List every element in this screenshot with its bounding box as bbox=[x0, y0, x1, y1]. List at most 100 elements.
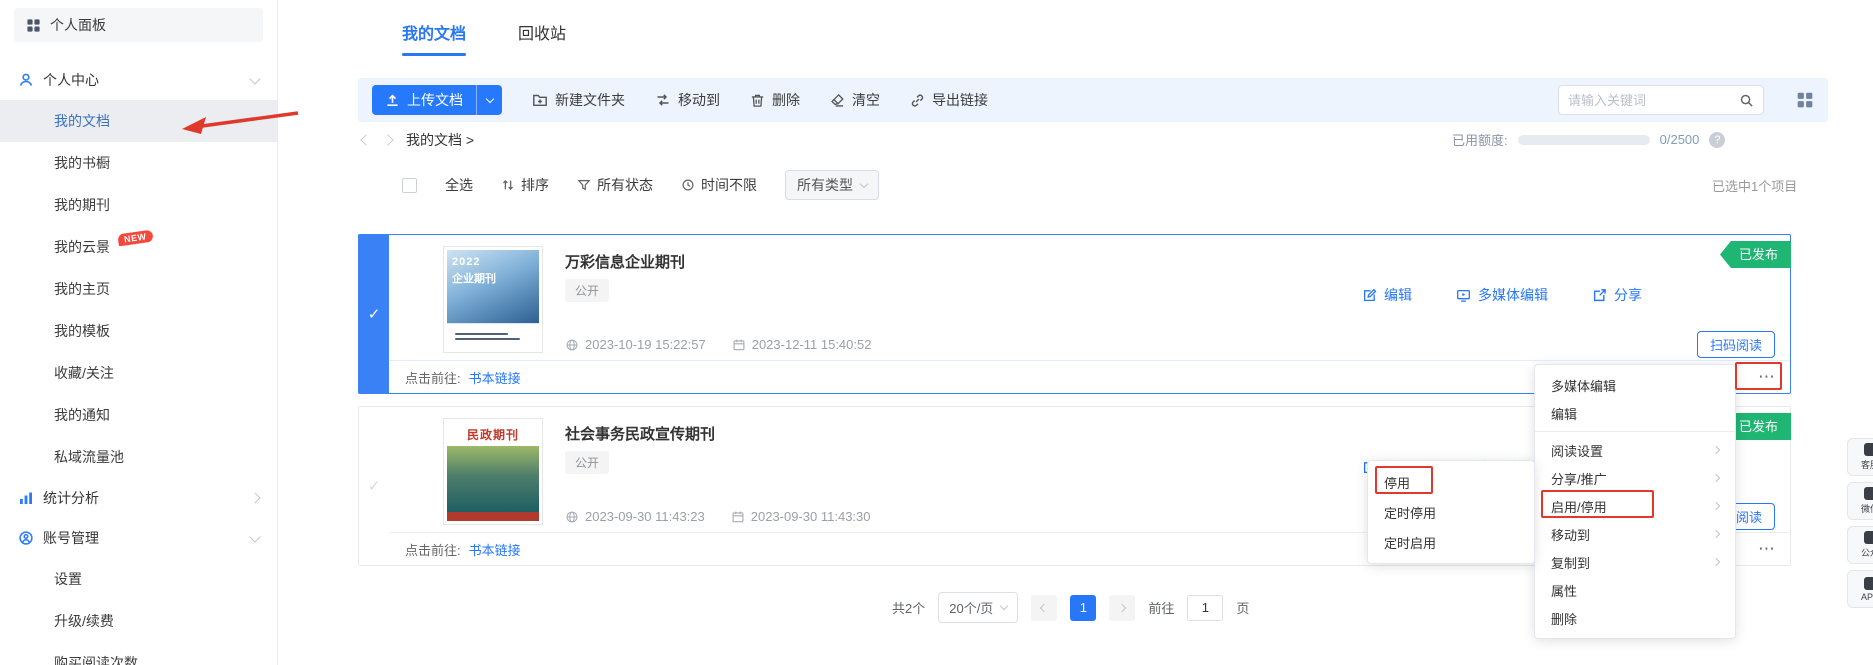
search-icon[interactable] bbox=[1739, 93, 1754, 108]
sidebar-item-my-templates[interactable]: 我的模板 bbox=[0, 310, 277, 352]
menu-item-properties[interactable]: 属性 bbox=[1535, 576, 1735, 604]
menu-item-read-settings[interactable]: 阅读设置 bbox=[1535, 436, 1735, 464]
wechat-button[interactable]: 微信 bbox=[1847, 482, 1873, 520]
edit-icon bbox=[1362, 288, 1377, 303]
time-filter-button[interactable]: 时间不限 bbox=[681, 175, 757, 195]
sidebar-group-account[interactable]: 账号管理 bbox=[0, 518, 277, 558]
check-icon: ✓ bbox=[368, 305, 381, 323]
chevron-right-icon bbox=[249, 492, 260, 503]
move-to-button[interactable]: 移动到 bbox=[655, 90, 720, 110]
page-number-1[interactable]: 1 bbox=[1070, 595, 1096, 621]
select-all-label[interactable]: 全选 bbox=[445, 175, 473, 195]
quota-progress-bar bbox=[1518, 135, 1650, 145]
sidebar-item-my-bookshelf[interactable]: 我的书橱 bbox=[0, 142, 277, 184]
share-button[interactable]: 分享 bbox=[1592, 285, 1642, 305]
account-icon bbox=[18, 530, 34, 546]
sidebar-item-purchase-reads[interactable]: 购买阅读次数 bbox=[0, 642, 277, 665]
label: 阅读设置 bbox=[1551, 441, 1603, 460]
upload-icon bbox=[385, 93, 400, 108]
help-icon[interactable]: ? bbox=[1709, 132, 1725, 148]
selection-strip[interactable]: ✓ bbox=[359, 407, 389, 565]
sidebar-group-personal-center[interactable]: 个人中心 bbox=[0, 60, 277, 100]
sort-button[interactable]: 排序 bbox=[501, 175, 549, 195]
sidebar-item-settings[interactable]: 设置 bbox=[0, 558, 277, 600]
page-size-select[interactable]: 20个/页 bbox=[938, 592, 1018, 623]
item-label: 我的云景 bbox=[54, 237, 110, 257]
menu-item-edit[interactable]: 编辑 bbox=[1535, 399, 1735, 427]
customer-service-button[interactable]: 客服 bbox=[1847, 438, 1873, 476]
sidebar-item-favorites[interactable]: 收藏/关注 bbox=[0, 352, 277, 394]
page-size-value: 20个/页 bbox=[949, 598, 993, 617]
date-text: 2023-10-19 15:22:57 bbox=[585, 337, 706, 352]
breadcrumb[interactable]: 我的文档 > bbox=[406, 130, 474, 150]
document-cover[interactable]: 2022 企业期刊 bbox=[443, 246, 543, 353]
export-link-button[interactable]: 导出链接 bbox=[910, 90, 988, 110]
search-box bbox=[1558, 85, 1764, 115]
delete-button[interactable]: 删除 bbox=[750, 90, 800, 110]
upload-dropdown-button[interactable] bbox=[476, 85, 502, 115]
upload-button[interactable]: 上传文档 bbox=[372, 85, 476, 115]
chevron-right-icon bbox=[1712, 502, 1720, 510]
app-button[interactable]: APP bbox=[1847, 570, 1873, 608]
next-page-button[interactable] bbox=[1109, 595, 1135, 621]
select-all-checkbox[interactable] bbox=[402, 178, 417, 193]
upload-label: 上传文档 bbox=[407, 90, 463, 110]
document-title[interactable]: 万彩信息企业期刊 bbox=[565, 251, 685, 272]
view-toggle-button[interactable] bbox=[1796, 91, 1814, 109]
sidebar-item-notifications[interactable]: 我的通知 bbox=[0, 394, 277, 436]
qr-read-button[interactable]: 扫码阅读 bbox=[1697, 331, 1775, 358]
menu-divider bbox=[1535, 431, 1735, 432]
label: 移动到 bbox=[1551, 525, 1590, 544]
edit-button[interactable]: 编辑 bbox=[1362, 285, 1412, 305]
submenu-item-disable[interactable]: 停用 bbox=[1368, 467, 1534, 497]
more-actions-button[interactable]: ⋯ bbox=[1758, 372, 1776, 382]
sidebar-item-my-yunjing[interactable]: 我的云景 NEW bbox=[0, 226, 277, 268]
document-title[interactable]: 社会事务民政宣传期刊 bbox=[565, 423, 715, 444]
sidebar-group-statistics[interactable]: 统计分析 bbox=[0, 478, 277, 518]
cover-footer bbox=[447, 323, 539, 349]
cover-year: 2022 bbox=[452, 256, 534, 268]
selection-strip[interactable]: ✓ bbox=[359, 235, 389, 393]
label: 启用/停用 bbox=[1551, 497, 1607, 516]
tab-recycle-bin[interactable]: 回收站 bbox=[518, 20, 566, 56]
sidebar-item-my-journals[interactable]: 我的期刊 bbox=[0, 184, 277, 226]
user-icon bbox=[18, 72, 34, 88]
panel-label: 个人面板 bbox=[50, 15, 106, 35]
submenu-item-scheduled-disable[interactable]: 定时停用 bbox=[1368, 497, 1534, 527]
book-link[interactable]: 书本链接 bbox=[469, 540, 521, 559]
headset-icon bbox=[1864, 443, 1873, 456]
new-folder-button[interactable]: 新建文件夹 bbox=[532, 90, 625, 110]
sidebar-item-my-docs[interactable]: 我的文档 bbox=[0, 100, 277, 142]
sidebar-item-upgrade-renew[interactable]: 升级/续费 bbox=[0, 600, 277, 642]
nav-forward-button[interactable] bbox=[384, 136, 392, 144]
new-folder-icon bbox=[532, 92, 548, 108]
menu-item-move-to[interactable]: 移动到 bbox=[1535, 520, 1735, 548]
menu-item-media-edit[interactable]: 多媒体编辑 bbox=[1535, 371, 1735, 399]
type-filter-select[interactable]: 所有类型 bbox=[785, 170, 879, 200]
document-cover[interactable]: 民政期刊 bbox=[443, 418, 543, 525]
book-link[interactable]: 书本链接 bbox=[469, 368, 521, 387]
sidebar-item-private-traffic[interactable]: 私域流量池 bbox=[0, 436, 277, 478]
prev-page-button[interactable] bbox=[1031, 595, 1057, 621]
menu-item-enable-disable[interactable]: 启用/停用 bbox=[1535, 492, 1735, 520]
sidebar-item-my-homepage[interactable]: 我的主页 bbox=[0, 268, 277, 310]
globe-icon bbox=[565, 510, 579, 524]
cover-title: 企业期刊 bbox=[452, 270, 534, 286]
clock-icon bbox=[681, 178, 695, 192]
menu-item-copy-to[interactable]: 复制到 bbox=[1535, 548, 1735, 576]
search-input[interactable] bbox=[1568, 93, 1733, 108]
media-edit-button[interactable]: 多媒体编辑 bbox=[1456, 285, 1548, 305]
personal-panel-header[interactable]: 个人面板 bbox=[14, 8, 263, 42]
goto-page-input[interactable] bbox=[1187, 595, 1223, 621]
status-filter-button[interactable]: 所有状态 bbox=[577, 175, 653, 195]
button-label: 删除 bbox=[772, 90, 800, 110]
document-actions: 编辑 多媒体编辑 分享 bbox=[1362, 285, 1642, 305]
public-account-button[interactable]: 公众 bbox=[1847, 526, 1873, 564]
nav-back-button[interactable] bbox=[362, 136, 370, 144]
tab-my-docs[interactable]: 我的文档 bbox=[402, 20, 466, 56]
submenu-item-scheduled-enable[interactable]: 定时启用 bbox=[1368, 527, 1534, 557]
more-actions-button[interactable]: ⋯ bbox=[1758, 544, 1776, 554]
clear-button[interactable]: 清空 bbox=[830, 90, 880, 110]
menu-item-delete[interactable]: 删除 bbox=[1535, 604, 1735, 632]
menu-item-share-promote[interactable]: 分享/推广 bbox=[1535, 464, 1735, 492]
